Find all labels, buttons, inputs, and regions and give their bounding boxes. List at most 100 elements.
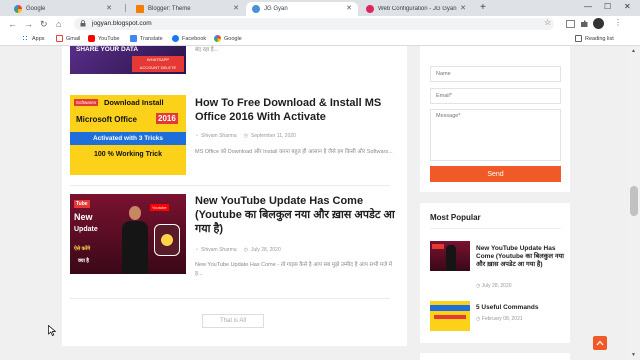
post-date: September 11, 2020 [250,133,296,139]
thumbnail-text: Update [74,226,98,233]
address-bar[interactable]: jogyan.blogspot.com [74,18,554,30]
tab-title: Google [26,6,46,12]
bookmark-gmail[interactable]: Gmail [56,35,80,42]
scroll-up-icon[interactable]: ▲ [631,48,636,54]
bookmark-label: Gmail [66,35,81,42]
grid-image [154,224,180,256]
post-meta: ◔ Shivam Sharma ◷ July 28, 2020 [195,247,281,253]
tab-bar: Google ✕ Blogger: Theme ✕ JG Gyan ✕ Web … [0,0,640,16]
back-to-top-button[interactable] [593,336,607,350]
cast-icon[interactable] [566,20,575,28]
thumbnail-text: WHATSAPP [146,57,170,62]
thats-all-button[interactable]: That is All [202,314,264,328]
forward-icon[interactable]: → [24,19,33,29]
menu-dots-icon[interactable]: ⋮ [614,18,622,27]
send-button[interactable]: Send [430,166,561,182]
post-meta: ◔ Shivam Sharma ◷ September 11, 2020 [195,133,296,139]
minimize-icon[interactable]: — [584,2,592,11]
bookmark-apps[interactable]: Apps [22,35,45,42]
new-tab-button[interactable]: + [480,2,486,13]
popular-post-thumbnail[interactable] [430,241,470,271]
post-title[interactable]: New YouTube Update Has Come (Youtube का … [195,194,400,236]
tab-google[interactable]: Google ✕ [8,2,118,16]
tab-title: JG Gyan [264,6,288,12]
youtube-icon [88,35,95,42]
gmail-icon [56,35,63,42]
post-author[interactable]: Shivam Sharma [201,247,237,253]
browser-toolbar: ← → ↻ ⌂ jogyan.blogspot.com ☆ ⋮ [0,16,640,32]
bookmark-label: Facebook [182,35,207,42]
close-icon[interactable]: ✕ [346,4,352,12]
page-viewport: SHARE YOUR DATA WHATSAPP ACCOUNT DELETE … [0,46,628,360]
thumbnail-text: New [74,212,93,222]
post-date: July 28, 2020 [250,247,281,253]
author-icon: ◔ [195,133,199,139]
scroll-down-icon[interactable]: ▼ [631,352,636,358]
presenter-figure [122,206,148,274]
post-thumbnail[interactable]: Softwares Download Install Microsoft Off… [70,95,186,175]
google-icon [214,35,221,42]
thumbnail-text: ACCOUNT DELETE [139,65,177,70]
scrollbar-thumb[interactable] [630,186,638,216]
bookmark-facebook[interactable]: Facebook [172,35,206,42]
tab-jg-gyan[interactable]: JG Gyan ✕ [246,2,358,16]
avatar[interactable] [593,18,604,29]
tab-blogger[interactable]: Blogger: Theme ✕ [130,2,245,16]
popular-post-title[interactable]: New YouTube Update Has Come (Youtube का … [476,245,564,269]
bookmark-label: Translate [140,35,163,42]
thumbnail-badge: WHATSAPP ACCOUNT DELETE [132,56,184,72]
post-author[interactable]: Shivam Sharma [201,133,237,139]
bookmark-youtube[interactable]: YouTube [88,35,120,42]
popular-post-date: ◷ February 08, 2021 [476,316,523,322]
thumbnail-text: 2016 [156,113,178,124]
tab-title: Blogger: Theme [148,6,191,12]
email-field[interactable] [430,88,561,104]
tab-separator [125,4,126,12]
close-icon[interactable]: ✕ [233,4,239,12]
home-icon[interactable]: ⌂ [56,19,61,29]
window-close-icon[interactable]: ✕ [624,2,631,11]
site-favicon-icon [252,5,260,13]
contact-form-widget: Send [420,46,570,192]
thumbnail-text: Download Install [104,98,164,107]
post-divider [70,298,390,299]
post-excerpt: MS Office को Download और Install करना बह… [195,149,393,155]
reading-list[interactable]: Reading list [575,35,614,42]
message-field[interactable] [430,109,561,161]
page-scrollbar[interactable]: ▲ ▼ [628,46,640,360]
bookmark-label: Apps [32,35,45,42]
popular-post-date: ◷ July 28, 2020 [476,283,512,289]
bookmark-translate[interactable]: Translate [130,35,163,42]
lock-icon [80,20,86,27]
chevron-up-icon [596,340,604,346]
tab-web-configuration[interactable]: Web Configuration - JG Gyan | Co ✕ [360,2,472,16]
post-thumbnail[interactable]: SHARE YOUR DATA WHATSAPP ACCOUNT DELETE [70,46,186,74]
extensions-icon[interactable] [580,20,589,28]
reload-icon[interactable]: ↻ [40,19,48,30]
apps-grid-icon [22,35,29,42]
thumbnail-text: SHARE YOUR DATA [76,46,139,53]
back-icon[interactable]: ← [8,19,17,29]
name-field[interactable] [430,66,561,82]
reading-list-icon [575,35,582,42]
bookmarks-bar: Apps Gmail YouTube Translate Facebook Go… [0,32,640,46]
popular-post-title[interactable]: 5 Useful Commands [476,304,564,312]
site-favicon-icon [366,5,374,13]
post-title[interactable]: How To Free Download & Install MS Office… [195,96,395,124]
popular-post-thumbnail[interactable] [430,301,470,331]
widget-title: Most Popular [430,213,481,222]
google-favicon-icon [14,5,22,13]
thumbnail-text: Microsoft Office [76,115,137,124]
post-divider [70,185,390,186]
bookmark-google[interactable]: Google [214,35,242,42]
author-icon: ◔ [195,247,199,253]
thumbnail-text: Youtube [150,204,169,211]
main-content: SHARE YOUR DATA WHATSAPP ACCOUNT DELETE … [62,46,407,346]
post-excerpt: बंद रहा है... [195,47,219,53]
bookmark-star-icon[interactable]: ☆ [544,18,551,27]
close-icon[interactable]: ✕ [106,4,112,12]
post-thumbnail[interactable]: Tube Youtube New Update ऐसे करेंगे क्या … [70,194,186,274]
maximize-icon[interactable]: ☐ [604,2,611,11]
translate-icon [130,35,137,42]
close-icon[interactable]: ✕ [460,4,466,12]
